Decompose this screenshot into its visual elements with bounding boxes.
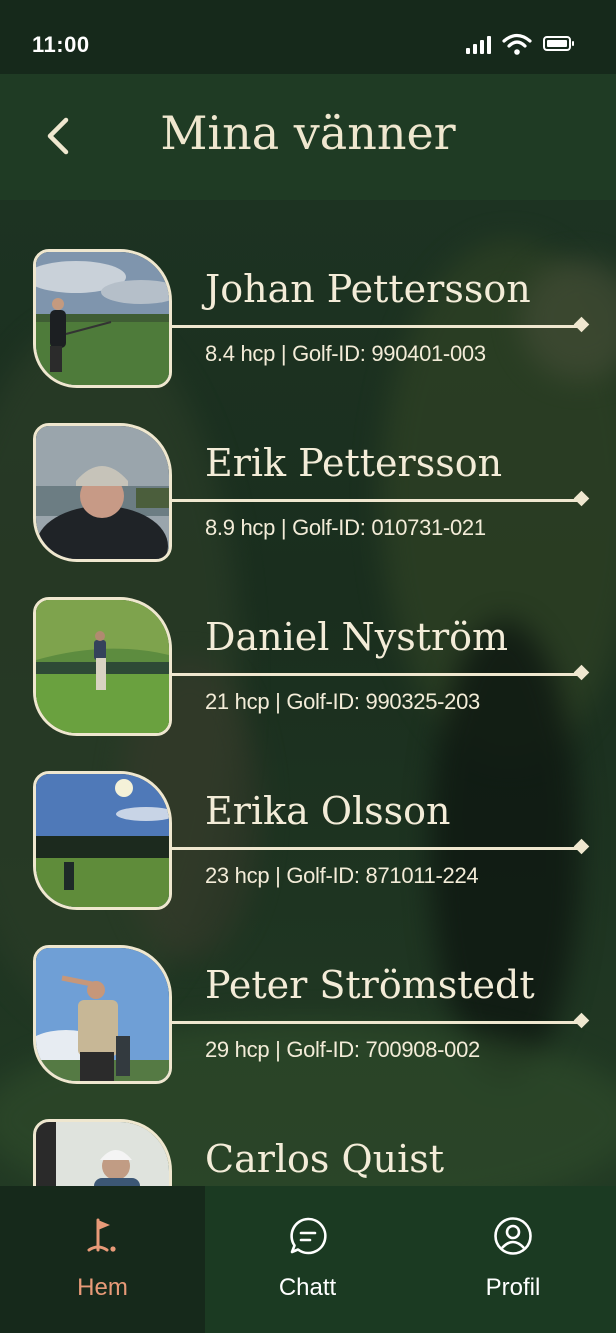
profile-icon	[494, 1217, 532, 1255]
friend-hcp: 21 hcp	[205, 689, 270, 714]
divider	[172, 847, 579, 850]
cellular-signal-icon	[466, 36, 492, 54]
meta-separator: |	[269, 863, 287, 888]
meta-separator: |	[269, 689, 287, 714]
nav-item-chatt[interactable]: Chatt	[205, 1186, 410, 1333]
page-title: Mina vänner	[160, 106, 456, 160]
bottom-nav: Hem Chatt Profil	[0, 1186, 616, 1333]
friend-hcp: 29 hcp	[205, 1037, 270, 1062]
diamond-icon	[573, 664, 590, 681]
friend-golf-id: Golf-ID: 010731-021	[292, 515, 486, 540]
divider	[172, 673, 579, 676]
nav-item-hem[interactable]: Hem	[0, 1186, 205, 1333]
friend-row[interactable]: Carlos Quist	[0, 1119, 616, 1186]
nav-label: Chatt	[278, 1274, 337, 1301]
meta-separator: |	[275, 341, 293, 366]
friend-name: Erik Pettersson	[205, 441, 503, 485]
friend-hcp: 8.9 hcp	[205, 515, 276, 540]
friend-row[interactable]: Peter Strömstedt 29 hcp | Golf-ID: 70090…	[0, 945, 616, 1090]
meta-separator: |	[269, 1037, 287, 1062]
friend-meta: 29 hcp | Golf-ID: 700908-002	[205, 1037, 480, 1063]
friend-golf-id: Golf-ID: 871011-224	[286, 863, 479, 888]
friend-name: Erika Olsson	[205, 789, 451, 833]
friend-photo	[33, 945, 172, 1084]
diamond-icon	[573, 1012, 590, 1029]
nav-label: Profil	[485, 1274, 541, 1301]
nav-label: Hem	[77, 1274, 128, 1301]
friend-row[interactable]: Daniel Nyström 21 hcp | Golf-ID: 990325-…	[0, 597, 616, 742]
friend-hcp: 8.4 hcp	[205, 341, 276, 366]
friends-list[interactable]: Johan Pettersson 8.4 hcp | Golf-ID: 9904…	[0, 200, 616, 1186]
friend-row[interactable]: Johan Pettersson 8.4 hcp | Golf-ID: 9904…	[0, 249, 616, 394]
friend-meta: 8.4 hcp | Golf-ID: 990401-003	[205, 341, 486, 367]
meta-separator: |	[275, 515, 293, 540]
divider	[172, 325, 579, 328]
friend-photo	[33, 423, 172, 562]
wifi-icon	[502, 33, 532, 55]
friend-photo	[33, 249, 172, 388]
friend-meta: 21 hcp | Golf-ID: 990325-203	[205, 689, 480, 715]
friend-name: Carlos Quist	[205, 1137, 445, 1181]
battery-icon	[543, 36, 574, 51]
friend-meta: 23 hcp | Golf-ID: 871011-224	[205, 863, 479, 889]
friend-row[interactable]: Erika Olsson 23 hcp | Golf-ID: 871011-22…	[0, 771, 616, 916]
friend-meta: 8.9 hcp | Golf-ID: 010731-021	[205, 515, 486, 541]
friend-name: Johan Pettersson	[205, 267, 531, 311]
friend-photo	[33, 1119, 172, 1186]
friend-golf-id: Golf-ID: 700908-002	[286, 1037, 480, 1062]
header: Mina vänner	[0, 74, 616, 200]
nav-item-profil[interactable]: Profil	[410, 1186, 616, 1333]
friend-name: Daniel Nyström	[205, 615, 509, 659]
status-time: 11:00	[32, 32, 90, 57]
friend-golf-id: Golf-ID: 990325-203	[286, 689, 480, 714]
divider	[172, 1021, 579, 1024]
diamond-icon	[573, 490, 590, 507]
friend-name: Peter Strömstedt	[205, 963, 535, 1007]
friend-photo	[33, 771, 172, 910]
diamond-icon	[573, 316, 590, 333]
friend-golf-id: Golf-ID: 990401-003	[292, 341, 486, 366]
golf-flag-icon	[87, 1218, 116, 1252]
chat-icon	[289, 1217, 327, 1255]
friend-photo	[33, 597, 172, 736]
diamond-icon	[573, 838, 590, 855]
divider	[172, 499, 579, 502]
status-bar: 11:00	[0, 0, 616, 74]
friend-hcp: 23 hcp	[205, 863, 270, 888]
friend-row[interactable]: Erik Pettersson 8.9 hcp | Golf-ID: 01073…	[0, 423, 616, 568]
